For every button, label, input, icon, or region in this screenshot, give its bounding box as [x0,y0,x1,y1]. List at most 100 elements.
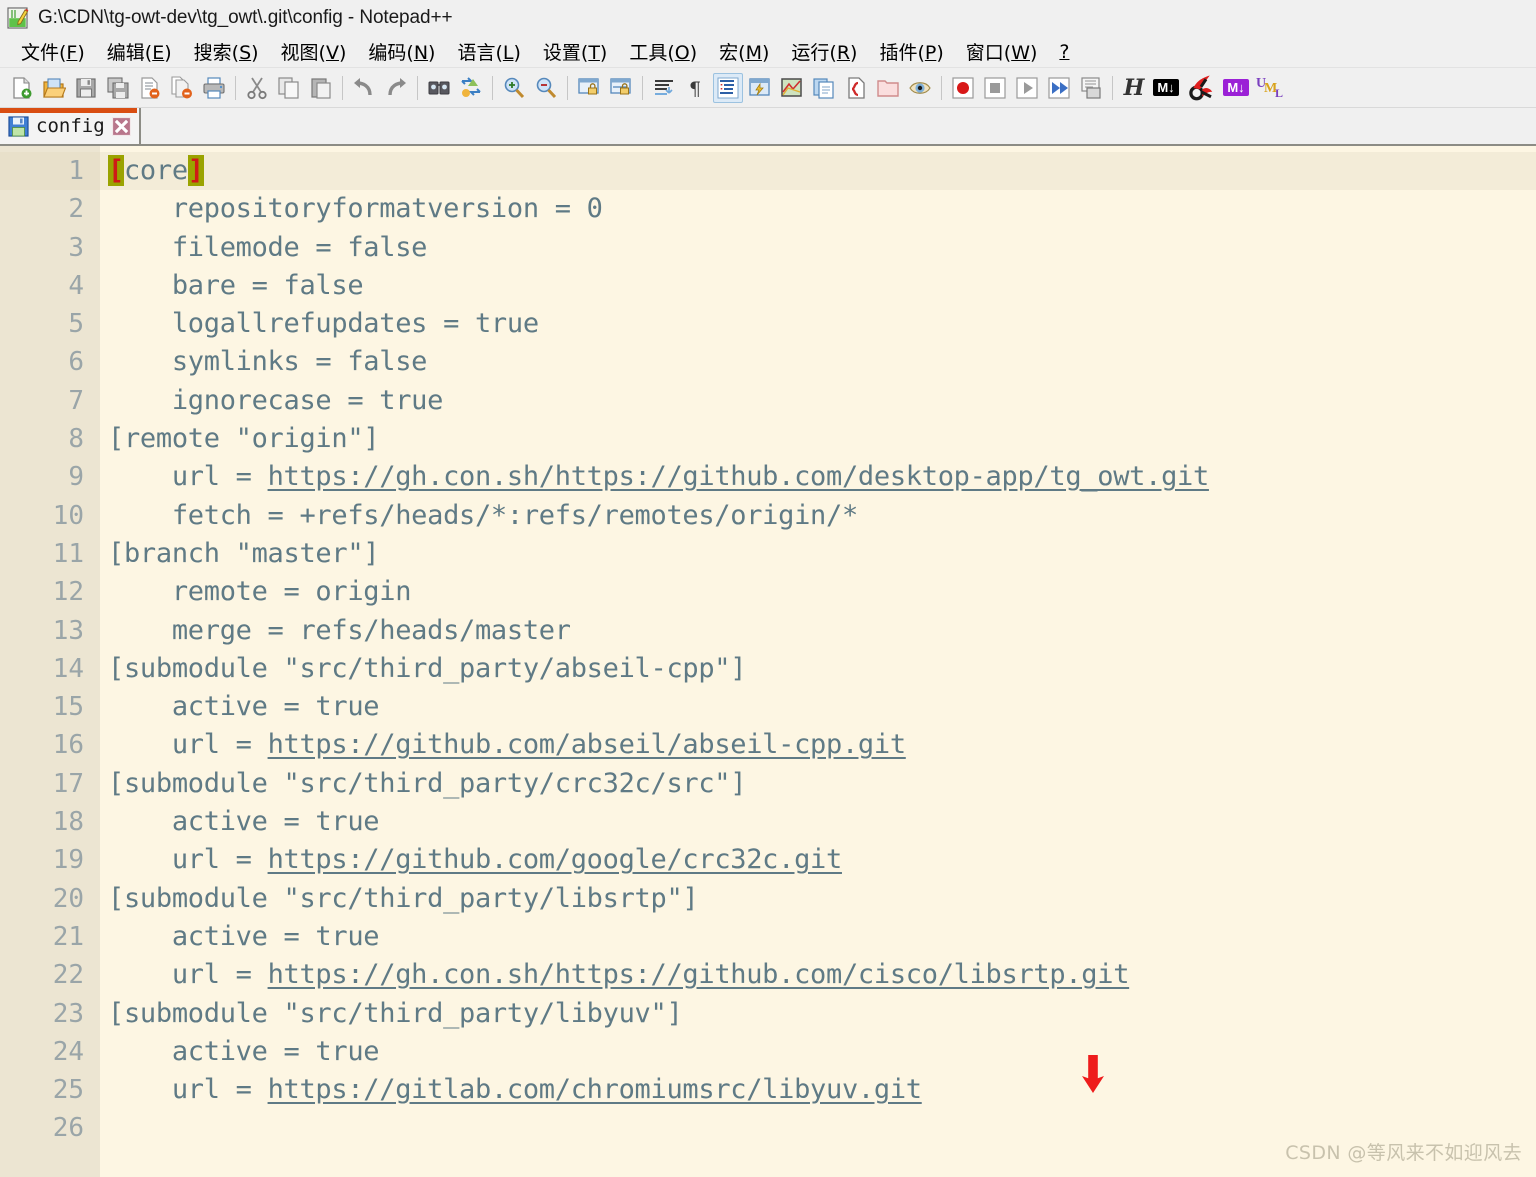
menu-item-settings[interactable]: 设置(T) [532,36,618,67]
undo-icon[interactable] [349,73,379,103]
code-line[interactable]: active = true [100,803,1536,841]
code-text-area[interactable]: [core] repositoryformatversion = 0 filem… [100,146,1536,1177]
menu-item-plugins[interactable]: 插件(P) [868,36,954,67]
nppexport-icon[interactable] [1183,73,1219,103]
code-text: ignorecase = true [108,384,444,416]
menu-item-macro[interactable]: 宏(M) [708,36,780,67]
user-defined-dialog-icon[interactable] [745,73,775,103]
code-line[interactable]: url = https://github.com/google/crc32c.g… [100,841,1536,879]
line-number: 23 [52,998,84,1029]
document-map-icon[interactable] [777,73,807,103]
code-line[interactable]: url = https://gh.con.sh/https://github.c… [100,956,1536,994]
document-list-icon[interactable] [809,73,839,103]
code-text: url = [108,1074,268,1106]
save-macro-icon[interactable] [1076,73,1106,103]
code-line[interactable]: filemode = false [100,229,1536,267]
folder-as-workspace-icon[interactable] [873,73,903,103]
close-file-icon[interactable] [135,73,165,103]
monitor-icon[interactable] [905,73,935,103]
menu-item-tools[interactable]: 工具(O) [618,36,708,67]
run-macro-multiple-icon[interactable] [1044,73,1074,103]
html-tag-icon[interactable]: H [1119,73,1149,103]
code-line[interactable]: remote = origin [100,573,1536,611]
code-line[interactable]: [submodule "src/third_party/crc32c/src"] [100,765,1536,803]
code-line[interactable]: active = true [100,918,1536,956]
code-line[interactable]: url = https://gh.con.sh/https://github.c… [100,458,1536,496]
redo-icon[interactable] [381,73,411,103]
menu-item-view[interactable]: 视图(V) [270,36,358,67]
function-list-icon[interactable] [841,73,871,103]
menu-item-edit[interactable]: 编辑(E) [96,36,183,67]
play-macro-icon[interactable] [1012,73,1042,103]
tab-config[interactable]: config [0,108,141,144]
show-all-characters-icon[interactable]: ¶ [681,73,711,103]
markdown-preview-icon[interactable]: M↓ [1221,73,1251,103]
menu-item-search[interactable]: 搜索(S) [183,36,270,67]
code-line[interactable]: [remote "origin"] [100,420,1536,458]
close-tab-icon[interactable] [111,116,131,136]
code-line[interactable]: symlinks = false [100,343,1536,381]
copy-icon[interactable] [274,73,304,103]
markdown-black-label: M↓ [1153,79,1179,96]
menu-item-window[interactable]: 窗口(W) [955,36,1049,67]
line-number: 5 [68,309,84,340]
word-wrap-icon[interactable] [649,73,679,103]
zoom-out-icon[interactable] [531,73,561,103]
code-url[interactable]: https://gitlab.com/chromiumsrc/libyuv.gi… [268,1074,922,1105]
editor-area[interactable]: 1 2 3 4 5 6 7 8 9 10 11 12 13 14 15 16 17 18 19 20 21 22 23 24 2… [0,146,1536,1177]
menu-item-language[interactable]: 语言(L) [446,36,531,67]
sync-horizontal-scroll-icon[interactable] [606,73,636,103]
plantuml-icon[interactable]: U M L [1253,73,1287,103]
code-url[interactable]: https://gh.con.sh/https://github.com/cis… [268,959,1130,990]
menu-item-encoding[interactable]: 编码(N) [357,36,446,67]
code-line[interactable]: [submodule "src/third_party/libsrtp"] [100,880,1536,918]
indent-guideline-icon[interactable] [713,72,743,103]
line-number: 10 [52,500,84,531]
code-line[interactable]: merge = refs/heads/master [100,612,1536,650]
code-line[interactable]: repositoryformatversion = 0 [100,190,1536,228]
code-url[interactable]: https://github.com/google/crc32c.git [268,844,843,875]
code-line[interactable]: active = true [100,688,1536,726]
code-line[interactable]: [core] [100,152,1536,191]
code-line[interactable]: bare = false [100,267,1536,305]
replace-icon[interactable] [456,73,486,103]
code-line[interactable]: logallrefupdates = true [100,305,1536,343]
markdown-panel-icon[interactable]: M↓ [1151,73,1181,103]
code-line[interactable]: ignorecase = true [100,382,1536,420]
save-icon[interactable] [71,73,101,103]
zoom-in-icon[interactable] [499,73,529,103]
code-text: [branch "master"] [108,537,380,569]
code-url[interactable]: https://gh.con.sh/https://github.com/des… [268,461,1210,492]
close-all-files-icon[interactable] [167,73,197,103]
stop-recording-icon[interactable] [980,73,1010,103]
code-line[interactable]: [submodule "src/third_party/abseil-cpp"] [100,650,1536,688]
code-url[interactable]: https://github.com/abseil/abseil-cpp.git [268,729,907,760]
line-number: 7 [68,385,84,416]
save-all-icon[interactable] [103,73,133,103]
line-number: 3 [68,232,84,263]
open-file-icon[interactable] [39,73,69,103]
code-text: fetch = +refs/heads/*:refs/remotes/origi… [108,499,858,531]
menu-item-file[interactable]: 文件(F) [10,36,96,67]
line-number: 15 [52,692,84,723]
menu-item-run[interactable]: 运行(R) [780,36,868,67]
line-number: 9 [68,462,84,493]
print-icon[interactable] [199,73,229,103]
code-text: filemode = false [108,231,428,263]
bracket-highlight: [ [108,155,124,186]
code-line[interactable]: url = https://github.com/abseil/abseil-c… [100,726,1536,764]
sync-vertical-scroll-icon[interactable] [574,73,604,103]
code-line[interactable]: url = https://gitlab.com/chromiumsrc/lib… [100,1071,1536,1109]
bracket-highlight: ] [187,155,204,186]
line-number: 26 [52,1113,84,1144]
cut-icon[interactable] [242,73,272,103]
menu-item-help[interactable]: ? [1048,39,1080,65]
code-line[interactable]: [branch "master"] [100,535,1536,573]
record-macro-icon[interactable] [948,73,978,103]
code-line[interactable]: fetch = +refs/heads/*:refs/remotes/origi… [100,497,1536,535]
find-icon[interactable] [424,73,454,103]
code-line[interactable]: active = true [100,1033,1536,1071]
code-line[interactable]: [submodule "src/third_party/libyuv"] [100,995,1536,1033]
new-file-icon[interactable] [7,73,37,103]
paste-icon[interactable] [306,73,336,103]
